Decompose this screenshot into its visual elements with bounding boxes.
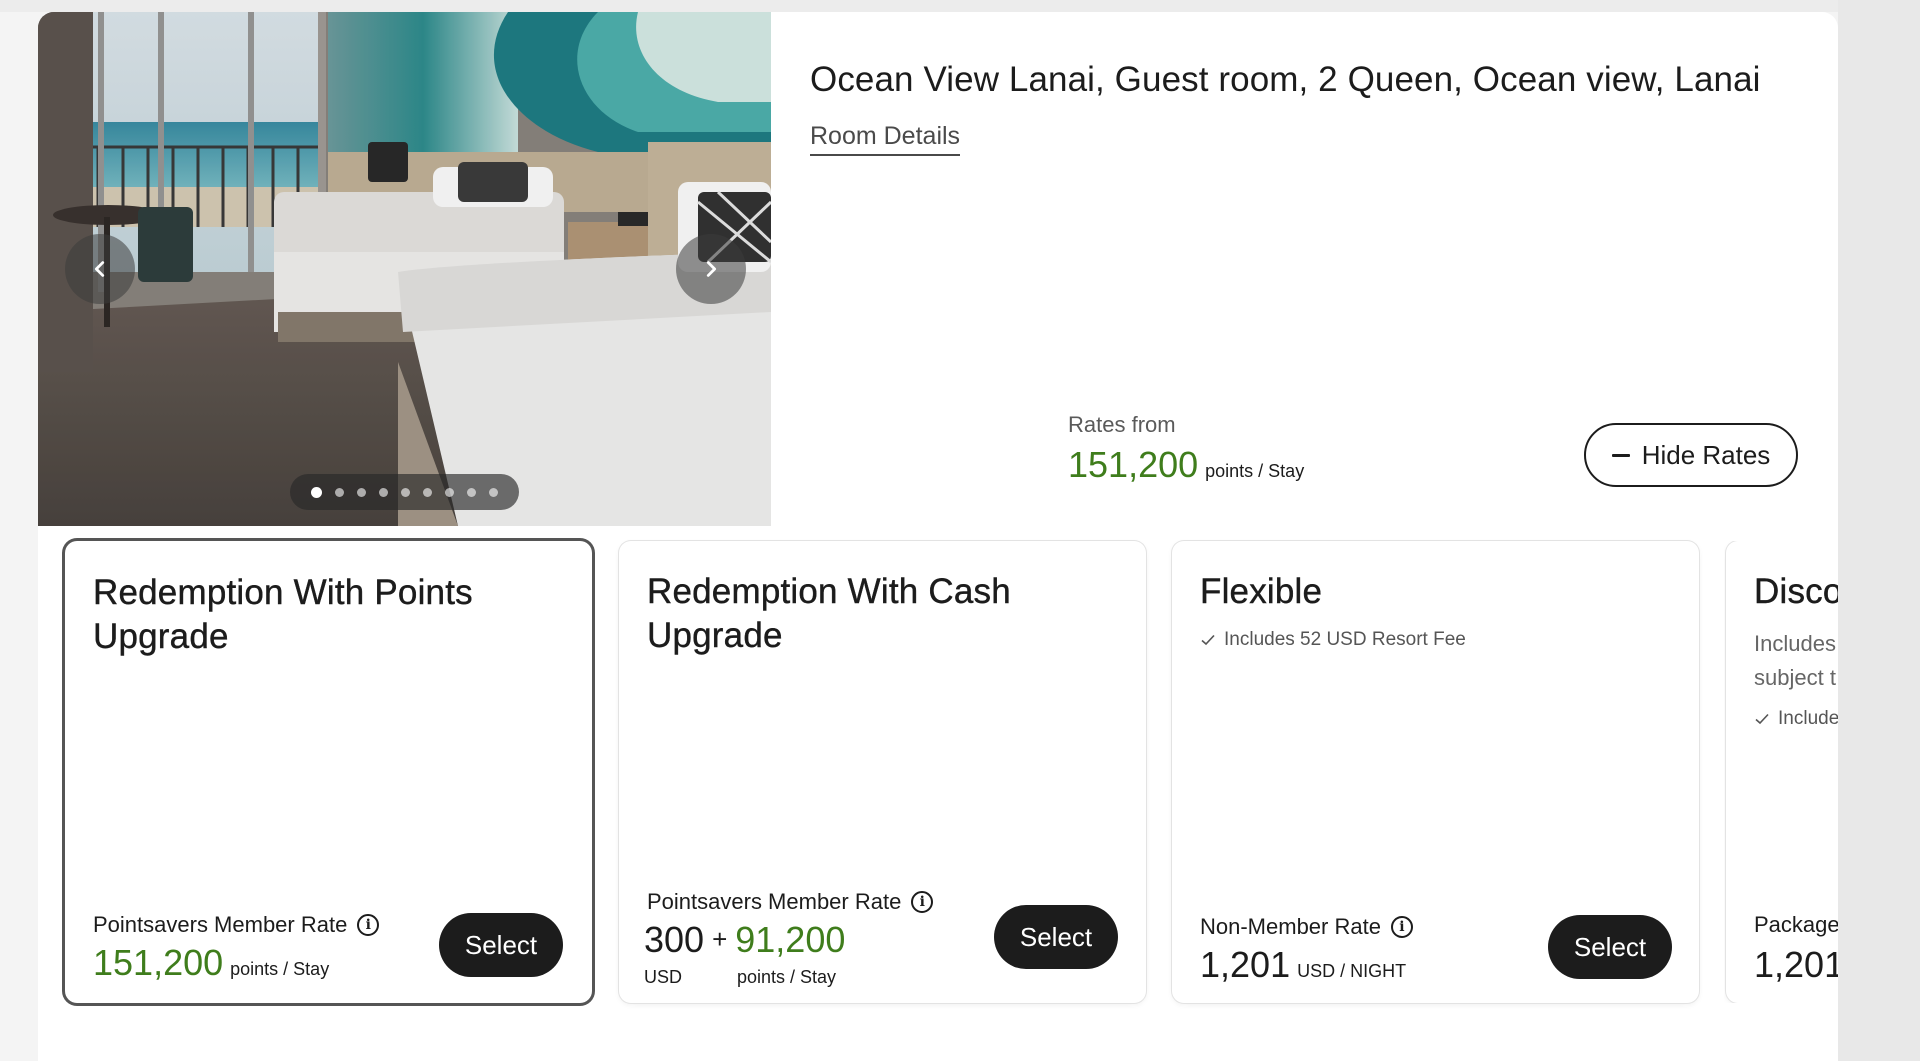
rate-price: 1,201 USD / NIGHT	[1200, 944, 1406, 986]
info-icon[interactable]: i	[911, 891, 934, 913]
scroll-gutter	[1838, 0, 1920, 1061]
rate-label: Pointsavers Member Rate i	[93, 912, 380, 938]
check-icon	[1201, 634, 1215, 646]
rate-description-line: subject t	[1754, 665, 1836, 690]
chevron-right-icon	[706, 261, 717, 277]
rate-points: 151,200	[93, 942, 224, 983]
rates-from-price: 151,200 points / Stay	[1068, 444, 1304, 486]
minus-icon	[1611, 453, 1630, 457]
carousel-dot[interactable]	[379, 487, 388, 497]
info-icon[interactable]: i	[357, 914, 380, 936]
rate-price: 300 + 91,200 USD points / Stay	[644, 919, 845, 988]
rate-label-text: Pointsavers Member Rate	[93, 912, 348, 937]
carousel-dot[interactable]	[401, 487, 410, 497]
rate-points: 91,200	[735, 919, 846, 960]
rate-title: Disco	[1754, 572, 1838, 611]
hide-rates-button[interactable]: Hide Rates	[1584, 423, 1798, 487]
rate-unit: USD / NIGHT	[1297, 961, 1407, 981]
check-icon	[1755, 713, 1769, 725]
info-icon[interactable]: i	[1390, 916, 1413, 938]
rate-cash-unit: USD	[644, 967, 683, 987]
rate-label: Non-Member Rate i	[1200, 914, 1413, 940]
carousel-dots	[290, 474, 519, 510]
rate-note: Include	[1754, 708, 1838, 730]
rate-label-text: Pointsavers Member Rate	[647, 889, 902, 914]
select-button[interactable]: Select	[439, 913, 563, 977]
rate-card-flexible[interactable]: Flexible Includes 52 USD Resort Fee Non-…	[1172, 541, 1699, 1003]
rate-description: Includes subject t	[1754, 627, 1836, 695]
rate-points-unit: points / Stay	[737, 967, 837, 987]
carousel-dot[interactable]	[357, 487, 366, 497]
room-photo	[38, 12, 771, 526]
carousel-dot[interactable]	[311, 486, 322, 498]
room-title: Ocean View Lanai, Guest room, 2 Queen, O…	[810, 60, 1761, 99]
rate-price-row: 300 + 91,200	[644, 919, 845, 961]
rate-description-line: Includes	[1754, 631, 1836, 656]
hide-rates-label: Hide Rates	[1641, 439, 1771, 470]
rate-units: USD points / Stay	[644, 967, 845, 988]
carousel-dot[interactable]	[445, 487, 454, 497]
rate-card-points-upgrade[interactable]: Redemption With Points Upgrade Pointsave…	[65, 541, 592, 1003]
carousel-prev-button[interactable]	[65, 234, 135, 304]
select-button[interactable]: Select	[1548, 915, 1672, 979]
rate-unit: points / Stay	[230, 959, 330, 979]
rates-from-points: 151,200	[1068, 444, 1199, 485]
room-details-link[interactable]: Room Details	[810, 122, 961, 156]
rates-from-label: Rates from	[1068, 412, 1176, 437]
rate-card-clip: Disco Includes subject t Include Package…	[1724, 541, 1838, 1003]
rate-title: Redemption With Cash Upgrade	[647, 572, 1011, 655]
rate-label: Pointsavers Member Rate i	[647, 889, 934, 915]
rate-note: Includes 52 USD Resort Fee	[1200, 629, 1466, 651]
rate-title: Redemption With Points Upgrade	[93, 573, 473, 656]
rate-usd-amount: 1,201	[1754, 944, 1838, 985]
rate-title: Flexible	[1200, 572, 1323, 611]
rate-label-text: Package	[1754, 912, 1838, 937]
rate-price: 1,201	[1754, 944, 1838, 986]
rate-card-cash-upgrade[interactable]: Redemption With Cash Upgrade Pointsavers…	[619, 541, 1146, 1003]
room-photo-illustration	[38, 12, 771, 526]
rate-note-text: Include	[1778, 708, 1838, 729]
rate-note-text: Includes 52 USD Resort Fee	[1224, 629, 1466, 650]
rate-card-discount[interactable]: Disco Includes subject t Include Package…	[1726, 541, 1838, 1003]
rate-label: Package	[1754, 912, 1838, 938]
rate-usd-amount: 1,201	[1200, 944, 1291, 985]
chevron-left-icon	[94, 261, 105, 277]
rate-label-text: Non-Member Rate	[1200, 914, 1381, 939]
rate-cash-amount: 300	[644, 919, 705, 960]
page: Ocean View Lanai, Guest room, 2 Queen, O…	[0, 0, 1920, 1061]
carousel-dot[interactable]	[423, 487, 432, 497]
carousel-next-button[interactable]	[676, 234, 746, 304]
rate-price: 151,200 points / Stay	[93, 942, 329, 984]
rates-from-unit: points / Stay	[1205, 461, 1305, 481]
carousel-dot[interactable]	[467, 487, 476, 497]
select-button[interactable]: Select	[994, 905, 1118, 969]
carousel-dot[interactable]	[489, 487, 498, 497]
plus-sign: +	[712, 924, 728, 954]
rates-from: Rates from 151,200 points / Stay	[1068, 412, 1304, 486]
carousel-dot[interactable]	[335, 487, 344, 497]
